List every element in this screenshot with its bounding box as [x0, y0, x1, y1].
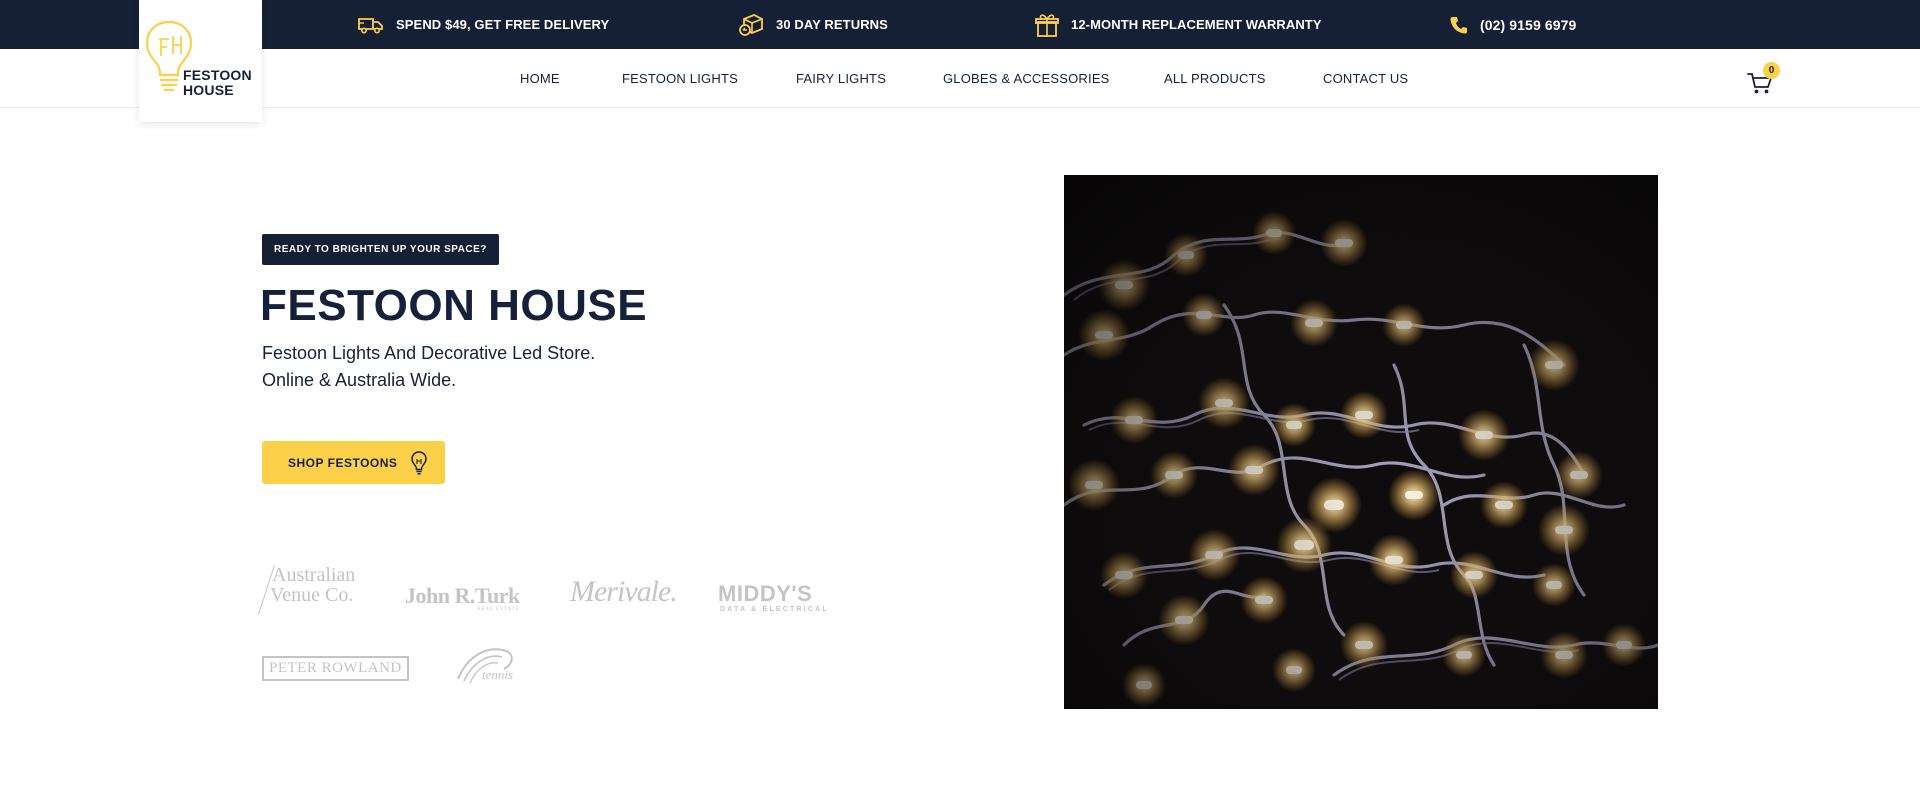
- gift-icon: [1035, 13, 1059, 37]
- hero-title: FESTOON HOUSE: [260, 281, 648, 330]
- nav-festoon-lights[interactable]: FESTOON LIGHTS: [622, 49, 738, 108]
- partner-logo-john-r-turk: John R.Turk REAL ESTATE: [405, 583, 520, 612]
- phone-number[interactable]: (02) 9159 6979: [1450, 0, 1576, 49]
- partner-logo-australian-venue-co: Australian Venue Co.: [257, 565, 355, 615]
- partner-logo-merivale: Merivale.: [570, 575, 678, 608]
- main-navigation: HOME FESTOON LIGHTS FAIRY LIGHTS GLOBES …: [0, 49, 1920, 108]
- cart-count-badge[interactable]: 0: [1763, 62, 1780, 79]
- free-delivery-notice: SPEND $49, GET FREE DELIVERY: [358, 0, 609, 49]
- phone-icon: [1450, 16, 1467, 33]
- top-info-bar: SPEND $49, GET FREE DELIVERY 30 DAY RETU…: [0, 0, 1920, 49]
- returns-notice: 30 DAY RETURNS: [738, 0, 888, 49]
- partner-logo-peter-rowland: PETER ROWLAND: [262, 656, 409, 681]
- site-logo[interactable]: FESTOON HOUSE: [139, 0, 262, 122]
- nav-all-products[interactable]: ALL PRODUCTS: [1164, 49, 1266, 108]
- shop-festoons-button[interactable]: SHOP FESTOONS: [262, 441, 445, 484]
- nav-home[interactable]: HOME: [520, 49, 560, 108]
- partner-logo-tennis: tennis: [454, 643, 520, 685]
- nav-fairy-lights[interactable]: FAIRY LIGHTS: [796, 49, 886, 108]
- hero-subtitle: Festoon Lights And Decorative Led Store.…: [262, 343, 596, 390]
- partner-logo-middys: MIDDY'S DATA & ELECTRICAL: [718, 581, 829, 613]
- fairy-lights-illustration: [1064, 175, 1658, 709]
- warranty-notice: 12-MONTH REPLACEMENT WARRANTY: [1035, 0, 1322, 49]
- lightbulb-icon: [411, 450, 428, 475]
- nav-globes-accessories[interactable]: GLOBES & ACCESSORIES: [943, 49, 1110, 108]
- hero-eyebrow-badge: READY TO BRIGHTEN UP YOUR SPACE?: [262, 234, 499, 265]
- truck-icon: [358, 17, 383, 34]
- nav-contact-us[interactable]: CONTACT US: [1323, 49, 1408, 108]
- return-box-icon: [739, 13, 763, 36]
- hero-fairy-lights-photo: [1064, 175, 1658, 709]
- logo-wordmark: FESTOON HOUSE: [183, 67, 252, 98]
